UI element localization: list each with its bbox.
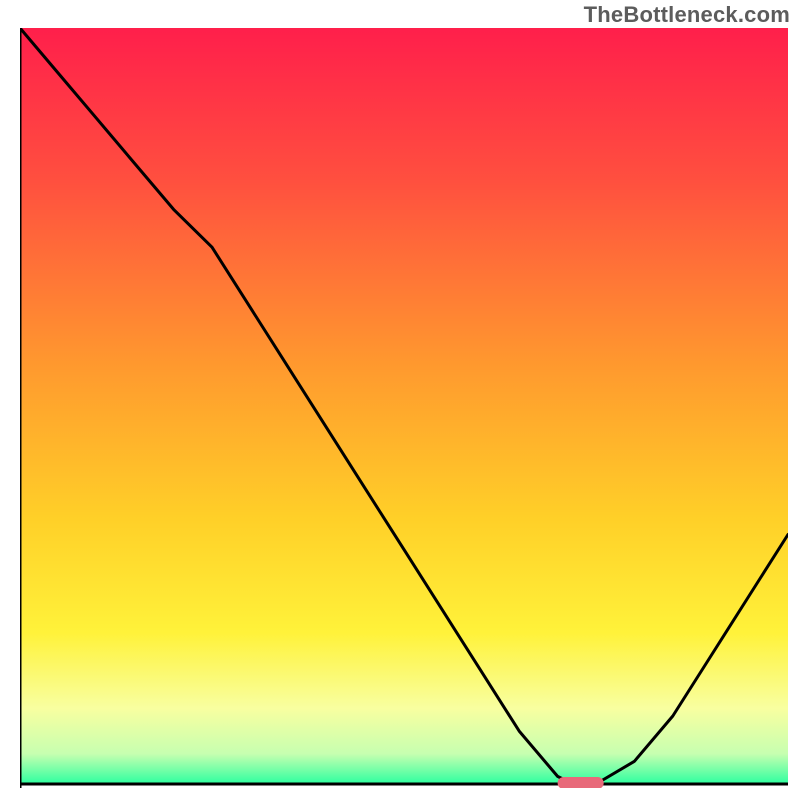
target-marker bbox=[558, 777, 604, 788]
watermark-text: TheBottleneck.com bbox=[584, 2, 790, 28]
chart-container: TheBottleneck.com bbox=[0, 0, 800, 800]
gradient-rect bbox=[20, 28, 788, 784]
plot-svg bbox=[20, 28, 788, 788]
